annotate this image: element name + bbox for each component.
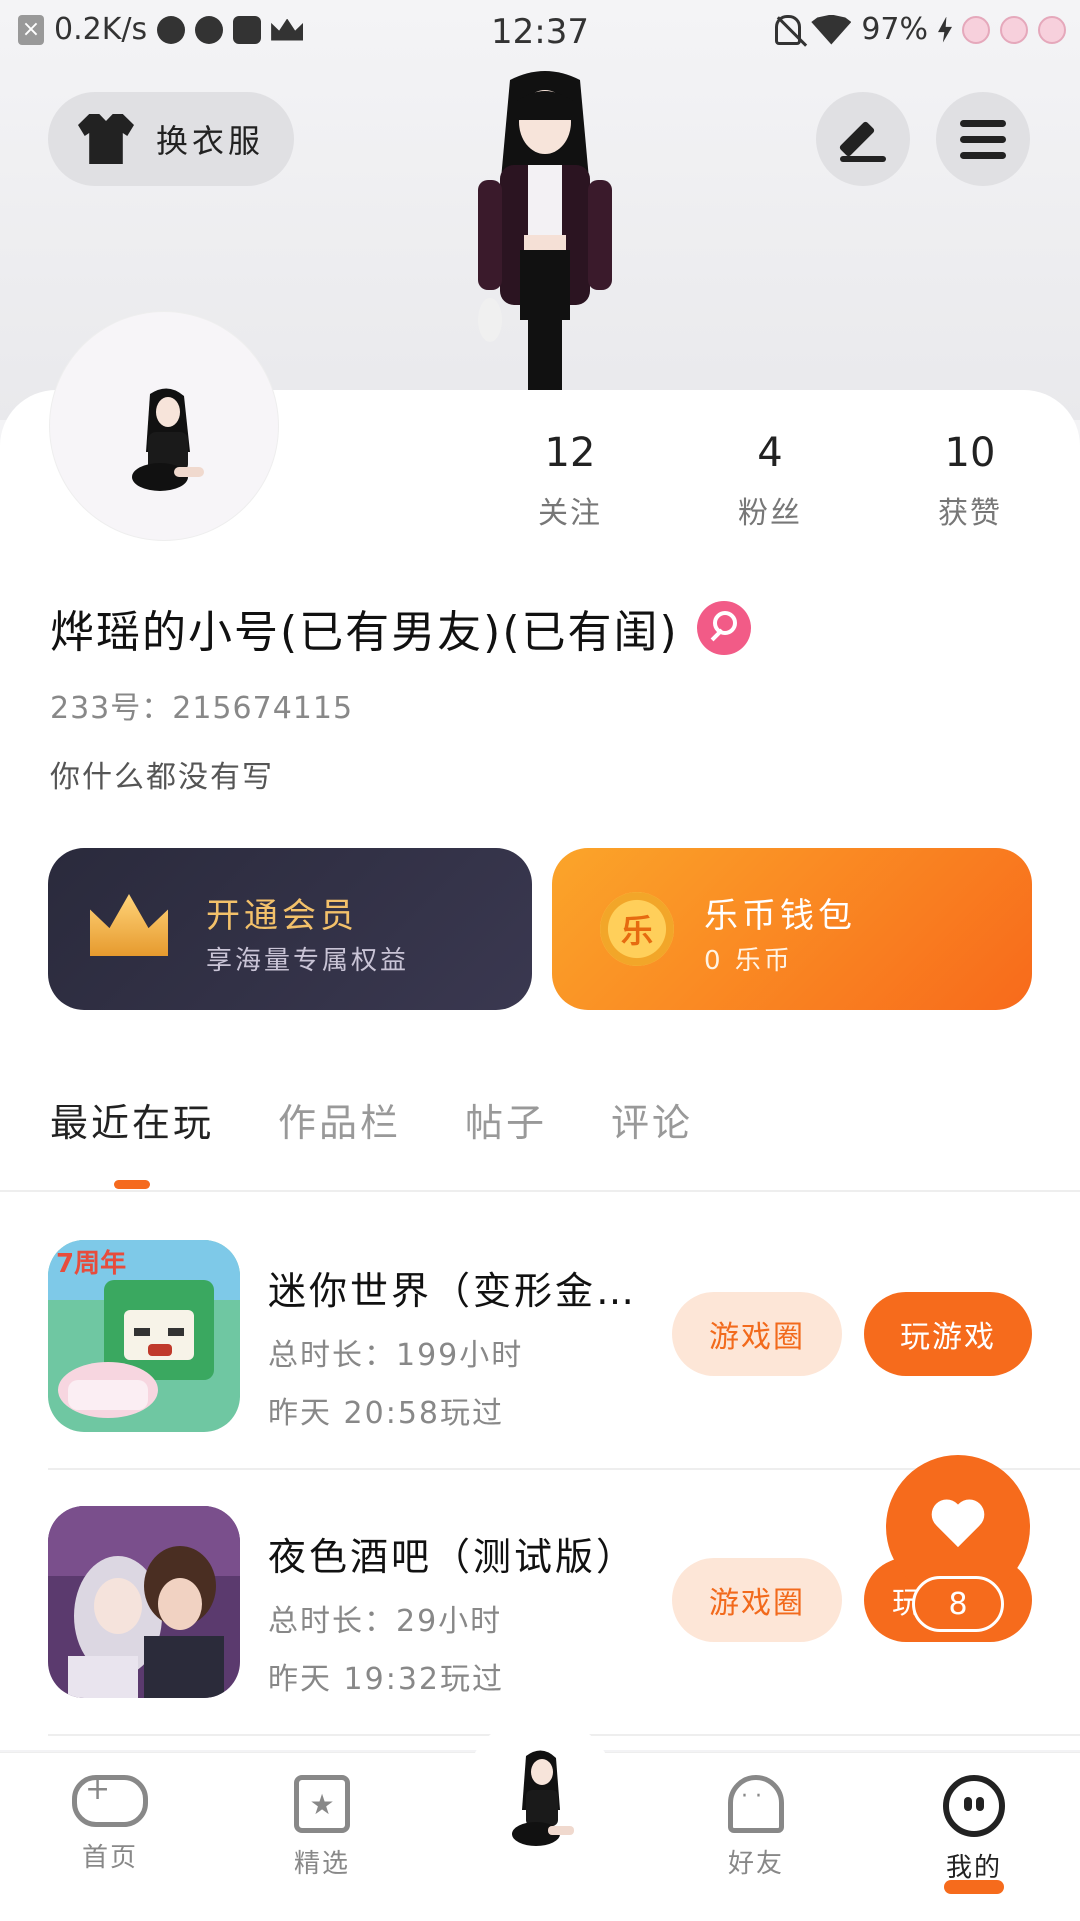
mini-world-icon: 7周年 xyxy=(48,1240,240,1432)
me-icon xyxy=(943,1775,1005,1837)
stat-following[interactable]: 12 关注 xyxy=(470,430,670,532)
ghost-icon xyxy=(728,1775,784,1833)
night-bar-icon xyxy=(48,1506,240,1698)
game-icon-badge: 7周年 xyxy=(56,1248,126,1279)
sticker-icon xyxy=(962,15,990,44)
sticker-icon xyxy=(1000,15,1028,44)
nav-friends[interactable]: 好友 xyxy=(686,1775,826,1880)
stat-label: 关注 xyxy=(538,496,602,531)
center-avatar-button[interactable] xyxy=(490,1740,590,1860)
stat-value: 12 xyxy=(544,430,596,476)
game-last-played: 昨天 20:58玩过 xyxy=(268,1396,504,1431)
heart-icon xyxy=(930,1501,986,1551)
sticker-icon xyxy=(1038,15,1066,44)
game-circle-button[interactable]: 游戏圈 xyxy=(672,1292,842,1376)
star-icon: ★ xyxy=(294,1775,350,1833)
game-total-time: 总时长：29小时 xyxy=(268,1604,503,1639)
change-outfit-button[interactable]: 换衣服 xyxy=(48,92,294,186)
profile-tabs: 最近在玩 作品栏 帖子 评论 xyxy=(50,1092,693,1147)
vip-title: 开通会员 xyxy=(206,896,358,936)
game-total-time: 总时长：199小时 xyxy=(268,1338,524,1373)
profile-avatar[interactable] xyxy=(50,312,278,540)
user-id: 233号：215674115 xyxy=(50,691,354,726)
nav-home[interactable]: 首页 xyxy=(40,1772,180,1874)
mute-bell-icon xyxy=(775,14,802,45)
stat-label: 粉丝 xyxy=(738,496,802,531)
avatar-mini-figure xyxy=(132,388,204,491)
tab-divider xyxy=(0,1190,1080,1192)
tab-works[interactable]: 作品栏 xyxy=(278,1092,401,1147)
edit-profile-button[interactable] xyxy=(816,92,910,186)
username: 烨瑶的小号(已有男友)(已有闺) xyxy=(50,607,679,658)
game-name: 迷你世界（变形金… xyxy=(268,1269,638,1313)
charging-icon xyxy=(938,16,952,43)
tab-posts[interactable]: 帖子 xyxy=(465,1092,547,1147)
like-count-badge: 8 xyxy=(912,1576,1004,1632)
nav-label: 好友 xyxy=(727,1849,784,1879)
wifi-icon xyxy=(811,14,852,45)
stat-label: 获赞 xyxy=(938,496,1002,531)
female-gender-icon xyxy=(696,601,751,655)
play-game-button[interactable]: 玩游戏 xyxy=(864,1292,1032,1376)
stat-value: 4 xyxy=(757,430,783,476)
menu-icon xyxy=(960,119,1006,159)
stat-followers[interactable]: 4 粉丝 xyxy=(670,430,870,532)
nav-label: 首页 xyxy=(81,1843,138,1873)
vip-subtitle: 享海量专属权益 xyxy=(206,946,410,976)
active-tab-indicator xyxy=(114,1180,150,1189)
game-icon-night-bar[interactable] xyxy=(48,1506,240,1698)
battery-level: 97% xyxy=(861,12,928,47)
game-last-played: 昨天 19:32玩过 xyxy=(268,1662,504,1697)
user-bio[interactable]: 你什么都没有写 xyxy=(50,752,274,796)
status-right: 97% xyxy=(775,12,1066,47)
coin-wallet-card[interactable]: 乐 乐币钱包 0 乐币 xyxy=(552,848,1032,1010)
nav-active-indicator xyxy=(944,1880,1004,1894)
status-bar: × 0.2K/s 12:37 97% xyxy=(0,0,1080,64)
nav-label: 精选 xyxy=(293,1849,350,1879)
menu-button[interactable] xyxy=(936,92,1030,186)
crown-icon xyxy=(90,894,168,956)
shirt-icon xyxy=(78,114,134,164)
wallet-title: 乐币钱包 xyxy=(704,896,856,936)
tab-comments[interactable]: 评论 xyxy=(611,1092,693,1147)
game-circle-button[interactable]: 游戏圈 xyxy=(672,1558,842,1642)
change-outfit-label: 换衣服 xyxy=(156,122,265,160)
stat-value: 10 xyxy=(944,430,996,476)
character-avatar-figure[interactable] xyxy=(440,70,650,390)
profile-stats: 12 关注 4 粉丝 10 获赞 xyxy=(470,430,1070,532)
game-list-item[interactable]: 7周年 迷你世界（变形金… 总时长：199小时 昨天 20:58玩过 游戏圈 玩… xyxy=(48,1240,1080,1432)
vip-membership-card[interactable]: 开通会员 享海量专属权益 xyxy=(48,848,532,1010)
coin-icon: 乐 xyxy=(600,892,674,966)
stat-likes[interactable]: 10 获赞 xyxy=(870,430,1070,532)
nav-me[interactable]: 我的 xyxy=(904,1775,1044,1884)
username-row: 烨瑶的小号(已有男友)(已有闺) xyxy=(50,596,751,660)
pen-icon xyxy=(840,116,886,162)
gamepad-icon xyxy=(72,1772,148,1827)
nav-label: 我的 xyxy=(945,1853,1002,1883)
game-name: 夜色酒吧（测试版） xyxy=(268,1535,638,1579)
nav-featured[interactable]: ★ 精选 xyxy=(252,1775,392,1880)
tab-recently-played[interactable]: 最近在玩 xyxy=(50,1092,214,1147)
wallet-balance: 0 乐币 xyxy=(704,946,793,976)
game-icon-mini-world[interactable]: 7周年 xyxy=(48,1240,240,1432)
